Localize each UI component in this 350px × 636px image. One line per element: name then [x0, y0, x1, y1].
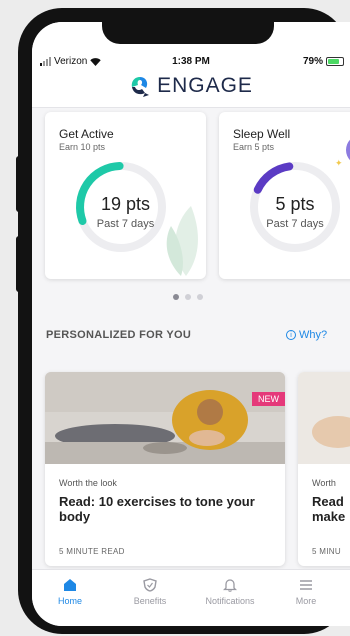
side-button-upper [16, 156, 24, 212]
home-icon [64, 579, 76, 591]
tab-benefits[interactable]: Benefits [120, 578, 180, 606]
card-title: Get Active [59, 127, 114, 141]
article-read-time: 5 MINUTE READ [59, 547, 125, 556]
tab-label: Benefits [133, 596, 167, 606]
article-read-time: 5 MINU [312, 547, 341, 556]
card-subtitle: Earn 10 pts [59, 142, 106, 152]
tab-label: Notifications [205, 596, 255, 606]
article-card-partial[interactable]: Worth Read make 5 MINU [298, 372, 350, 566]
card-points-value: 5 pts [275, 194, 315, 214]
info-icon: i [286, 330, 296, 340]
side-button-lower [16, 236, 24, 292]
bell-icon [223, 579, 237, 592]
notch [102, 22, 274, 44]
tab-label: Home [57, 596, 82, 606]
battery-icon [326, 57, 344, 66]
article-card[interactable]: NEW Worth the look Read: 10 exercises to… [45, 372, 285, 566]
card-period: Past 7 days [96, 218, 155, 230]
why-link[interactable]: i Why? [286, 329, 327, 341]
bottom-tab-bar: Home Benefits Notifications More [32, 569, 350, 626]
article-title: Read: 10 exercises to tone your body [59, 494, 255, 524]
battery-percent: 79% [302, 56, 323, 67]
battery: 79% [303, 56, 344, 67]
engage-logo-icon [131, 77, 150, 97]
tab-label: More [295, 596, 317, 606]
leaf-decoration-icon [166, 206, 198, 276]
cards-pager[interactable] [173, 294, 203, 300]
card-points-value: 19 pts [100, 194, 151, 214]
tab-more[interactable]: More [276, 578, 336, 606]
app-name: ENGAGE [157, 74, 253, 97]
article-title-line2: make [312, 509, 346, 524]
pager-dot[interactable] [197, 294, 203, 300]
tab-home[interactable]: Home [40, 578, 100, 606]
why-label: Why? [299, 329, 328, 341]
section-title: PERSONALIZED FOR YOU [46, 329, 192, 341]
phone-screen: Verizon 1:38 PM 79% ENGAGE Get Active Ea… [32, 22, 350, 626]
card-period: Past 7 days [266, 218, 324, 230]
article-category: Worth the look [59, 478, 117, 488]
home-content[interactable]: Get Active Earn 10 pts 19 pts Past 7 day… [32, 109, 350, 589]
menu-icon [300, 580, 312, 590]
shield-icon [143, 578, 157, 592]
pager-dot[interactable] [185, 294, 191, 300]
article-category: Worth [312, 478, 336, 488]
new-badge: NEW [252, 392, 285, 406]
pager-dot[interactable] [173, 294, 179, 300]
tab-notifications[interactable]: Notifications [198, 578, 262, 606]
article-title-line1: Read [312, 494, 344, 509]
activity-card-get-active[interactable]: Get Active Earn 10 pts 19 pts Past 7 day… [45, 112, 206, 279]
card-title: Sleep Well [233, 127, 291, 141]
activity-card-sleep-well[interactable]: Sleep Well Earn 5 pts ✦ 5 pts Past 7 day… [219, 112, 350, 279]
app-logo: ENGAGE [32, 74, 350, 98]
card-subtitle: Earn 5 pts [233, 142, 275, 152]
article-image [298, 372, 350, 464]
article-image-yoga [45, 372, 285, 464]
status-bar: Verizon 1:38 PM 79% [32, 56, 350, 70]
